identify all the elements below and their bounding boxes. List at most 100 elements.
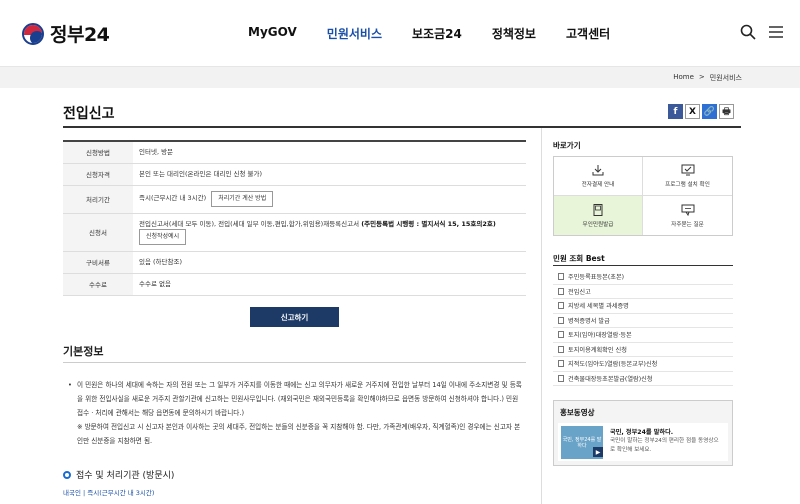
best-title: 민원 조회 Best xyxy=(553,254,605,263)
best-divider xyxy=(553,265,733,266)
document-icon xyxy=(558,360,564,368)
row-label-documents: 구비서류 xyxy=(63,251,133,274)
breadcrumb-separator: > xyxy=(698,73,705,81)
document-icon xyxy=(558,287,564,295)
list-item[interactable]: 병적증명서 발급 xyxy=(553,314,733,328)
kiosk-icon xyxy=(593,203,603,216)
row-value-eligibility: 본인 또는 대리인(온라인은 대리인 신청 불가) xyxy=(133,163,526,186)
search-icon[interactable] xyxy=(740,24,756,40)
reception-title: 접수 및 처리기관 (방문시) xyxy=(76,471,175,481)
nav-item-civil-service[interactable]: 민원서비스 xyxy=(327,25,382,42)
list-item[interactable]: 지적도(임야도)열람(등본교부)신청 xyxy=(553,357,733,372)
monitor-icon xyxy=(681,164,694,176)
list-item[interactable]: 전입신고 xyxy=(553,285,733,299)
list-item-label: 토지(임야)대장열람·등본 xyxy=(568,332,632,340)
basic-info-note: ※ 방문하여 전입신고 시 신고자 본인과 이사하는 곳의 세대주, 전입하는 … xyxy=(77,423,521,445)
document-icon xyxy=(558,302,564,310)
nav-item-mygov[interactable]: MyGOV xyxy=(248,25,297,42)
document-icon xyxy=(558,331,564,339)
promo-description: 국민이 말하는 정부24의 편리한 점을 동영상으로 확인해 보세요. xyxy=(610,438,719,453)
bullet-icon: • xyxy=(68,381,72,389)
shortcut-kiosk[interactable]: 무인민원발급 xyxy=(554,196,643,235)
hamburger-menu-icon[interactable] xyxy=(768,24,784,40)
list-item-label: 병적증명서 발급 xyxy=(568,317,610,325)
shortcut-label: 자주묻는 질문 xyxy=(671,221,704,228)
row-value-form-law: (주민등록법 시행령 : 별지서식 15, 15호의2호) xyxy=(361,220,496,228)
document-icon xyxy=(558,316,564,324)
row-label-form: 신청서 xyxy=(63,213,133,252)
link-copy-icon[interactable]: 🔗 xyxy=(702,104,717,119)
main-nav: MyGOV 민원서비스 보조금24 정책정보 고객센터 xyxy=(248,25,610,42)
table-row: 구비서류 있음 (하단참조) xyxy=(63,251,526,274)
section-divider xyxy=(63,362,526,363)
promo-headline: 국민, 정부24를 말하다. xyxy=(610,429,674,436)
shortcut-program-check[interactable]: 프로그램 설치 확인 xyxy=(643,157,732,196)
breadcrumb-current[interactable]: 민원서비스 xyxy=(710,73,742,83)
best-list: 주민등록표등본(초본) 전입신고 지방세 세목별 과세증명 병적증명서 발급 토… xyxy=(553,270,733,386)
row-label-method: 신청방법 xyxy=(63,141,133,164)
shortcut-faq[interactable]: 자주묻는 질문 xyxy=(643,196,732,235)
facebook-share-icon[interactable]: f xyxy=(668,104,683,119)
page-title: 전입신고 xyxy=(63,106,115,122)
play-icon[interactable]: ▶ xyxy=(593,447,603,457)
shortcut-label: 프로그램 설치 확인 xyxy=(665,182,710,188)
period-calc-button[interactable]: 처리기간 계산 방법 xyxy=(211,191,274,207)
share-toolbar: f X 🔗 🖶 xyxy=(668,104,734,119)
table-row: 수수료 수수료 없음 xyxy=(63,273,526,296)
shortcut-label: 전자결제 안내 xyxy=(581,182,615,188)
nav-item-subsidy[interactable]: 보조금24 xyxy=(412,25,462,42)
document-icon xyxy=(558,345,564,353)
list-item[interactable]: 주민등록표등본(초본) xyxy=(553,270,733,285)
table-row: 신청자격 본인 또는 대리인(온라인은 대리인 신청 불가) xyxy=(63,163,526,186)
nav-item-support[interactable]: 고객센터 xyxy=(566,25,610,42)
shortcut-title: 바로가기 xyxy=(553,141,581,150)
list-item[interactable]: 토지이용계획확인 신청 xyxy=(553,343,733,357)
apply-button[interactable]: 신고하기 xyxy=(250,307,339,327)
faq-icon xyxy=(681,204,694,216)
promo-card[interactable]: 국민, 정부24를 말하다 ▶ 국민, 정부24를 말하다. 국민이 말하는 정… xyxy=(558,423,728,461)
shortcut-grid: 전자결제 안내 프로그램 설치 확인 무인민원발급 자주묻는 질문 xyxy=(553,156,733,236)
site-logo[interactable]: 정부24 xyxy=(22,20,110,47)
basic-info-text: • 이 민원은 하나의 세대에 속하는 자의 전원 또는 그 일부가 거주지를 … xyxy=(68,378,522,448)
table-row: 신청방법 인터넷, 방문 xyxy=(63,141,526,164)
form-example-button[interactable]: 신청작성예시 xyxy=(139,229,187,245)
row-label-fee: 수수료 xyxy=(63,273,133,296)
basic-info-paragraph: 이 민원은 하나의 세대에 속하는 자의 전원 또는 그 일부가 거주지를 이동… xyxy=(77,381,522,417)
row-value-form: 전입신고서(세대 모두 이동), 전입(세대 일부 이동,편입,합가,위임용)재… xyxy=(139,220,360,228)
print-icon[interactable]: 🖶 xyxy=(719,104,734,119)
breadcrumb-bar: Home > 민원서비스 xyxy=(0,66,800,88)
promo-video-box: 홍보동영상 국민, 정부24를 말하다 ▶ 국민, 정부24를 말하다. 국민이… xyxy=(553,400,733,466)
aside-divider xyxy=(541,128,542,504)
breadcrumb-home[interactable]: Home xyxy=(673,73,694,83)
list-item-label: 토지이용계획확인 신청 xyxy=(568,346,627,354)
download-icon xyxy=(592,165,604,176)
site-header: 정부24 MyGOV 민원서비스 보조금24 정책정보 고객센터 xyxy=(0,0,800,66)
reception-title-row: 접수 및 처리기관 (방문시) xyxy=(63,468,174,481)
breadcrumb: Home > 민원서비스 xyxy=(673,73,742,83)
row-label-eligibility: 신청자격 xyxy=(63,163,133,186)
list-item[interactable]: 지방세 세목별 과세증명 xyxy=(553,299,733,314)
list-item-label: 전입신고 xyxy=(568,288,591,296)
list-item[interactable]: 건축물대장등초본발급(열람)신청 xyxy=(553,372,733,386)
document-icon xyxy=(558,374,564,382)
row-value-documents: 있음 (하단참조) xyxy=(133,251,526,274)
list-item-label: 건축물대장등초본발급(열람)신청 xyxy=(568,375,653,383)
nav-item-policy[interactable]: 정책정보 xyxy=(492,25,536,42)
table-row: 처리기간 즉시(근무시간 내 3시간) 처리기간 계산 방법 xyxy=(63,185,526,214)
shortcut-epayment[interactable]: 전자결제 안내 xyxy=(554,157,643,196)
basic-info-title: 기본정보 xyxy=(63,345,104,358)
service-info-table: 신청방법 인터넷, 방문 신청자격 본인 또는 대리인(온라인은 대리인 신청 … xyxy=(63,140,526,296)
title-divider xyxy=(63,126,741,128)
row-value-method: 인터넷, 방문 xyxy=(133,141,526,164)
promo-title: 홍보동영상 xyxy=(560,408,595,417)
logo-text: 정부24 xyxy=(50,24,110,46)
list-item[interactable]: 토지(임야)대장열람·등본 xyxy=(553,328,733,343)
twitter-share-icon[interactable]: X xyxy=(685,104,700,119)
reception-link[interactable]: 내국인 | 즉시(근무시간 내 3시간) xyxy=(63,487,154,497)
row-value-fee: 수수료 없음 xyxy=(133,273,526,296)
shortcut-label: 무인민원발급 xyxy=(582,221,614,228)
document-icon xyxy=(558,273,564,281)
row-label-period: 처리기간 xyxy=(63,185,133,214)
list-item-label: 지적도(임야도)열람(등본교부)신청 xyxy=(568,361,658,369)
table-row: 신청서 전입신고서(세대 모두 이동), 전입(세대 일부 이동,편입,합가,위… xyxy=(63,213,526,252)
